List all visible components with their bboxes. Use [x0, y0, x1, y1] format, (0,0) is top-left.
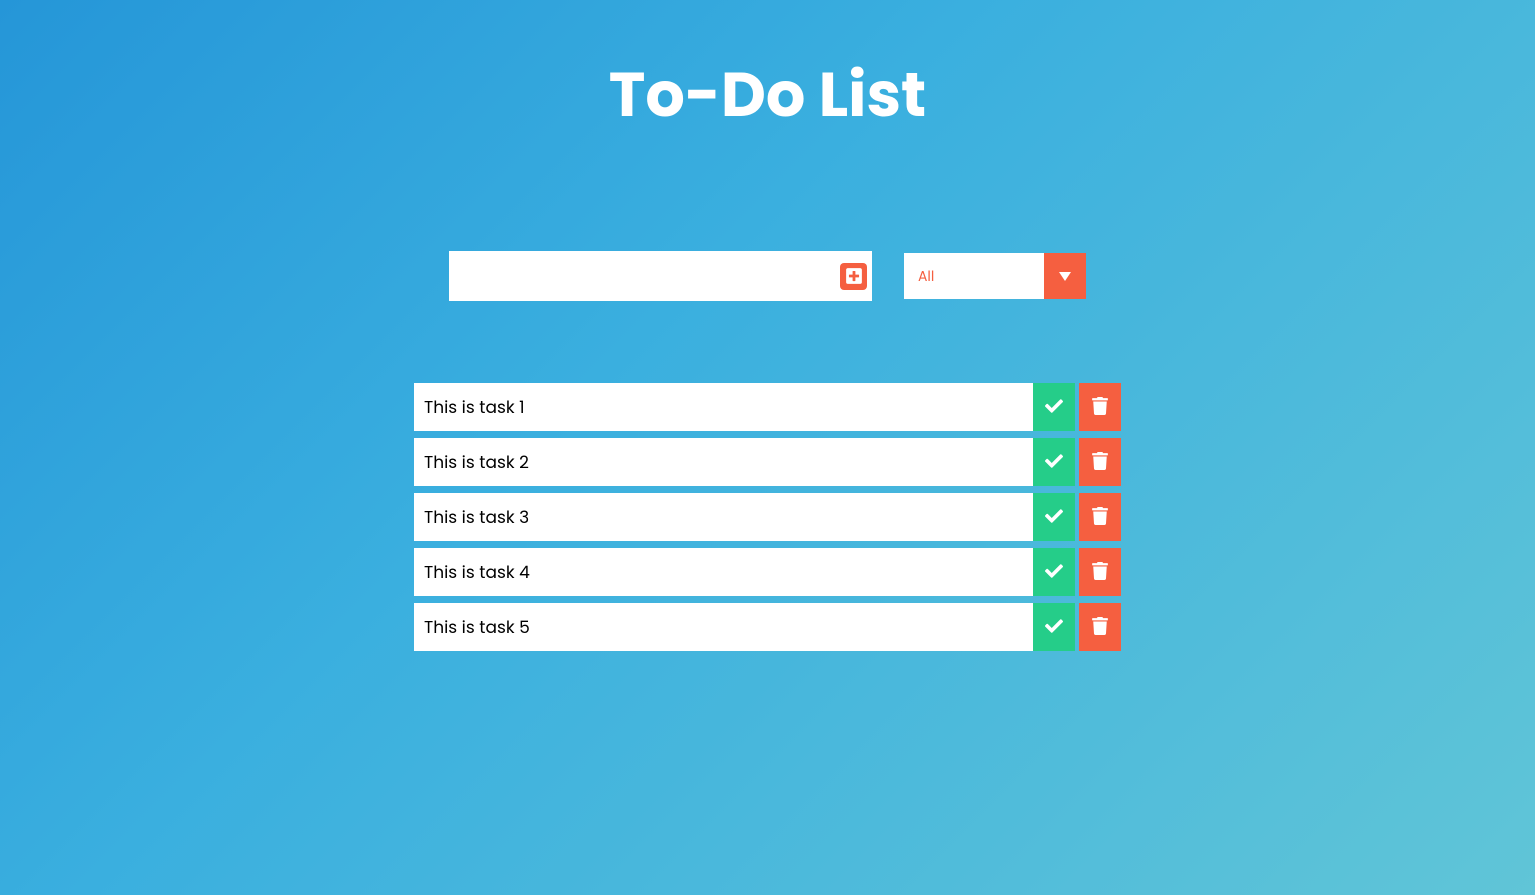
form-row: All — [0, 251, 1535, 301]
task-row: This is task 1 — [414, 383, 1121, 431]
complete-task-button[interactable] — [1033, 438, 1075, 486]
filter-select[interactable]: All — [904, 253, 1086, 299]
task-row: This is task 4 — [414, 548, 1121, 596]
trash-icon — [1091, 452, 1109, 473]
task-text: This is task 2 — [414, 438, 1033, 486]
task-text: This is task 4 — [414, 548, 1033, 596]
chevron-down-icon — [1059, 272, 1071, 281]
add-task-button[interactable] — [840, 263, 867, 290]
trash-icon — [1091, 562, 1109, 583]
check-icon — [1045, 507, 1063, 528]
delete-task-button[interactable] — [1079, 603, 1121, 651]
task-row: This is task 2 — [414, 438, 1121, 486]
trash-icon — [1091, 617, 1109, 638]
filter-select-value: All — [904, 253, 1044, 299]
task-text: This is task 1 — [414, 383, 1033, 431]
delete-task-button[interactable] — [1079, 493, 1121, 541]
filter-select-arrow — [1044, 253, 1086, 299]
trash-icon — [1091, 397, 1109, 418]
check-icon — [1045, 562, 1063, 583]
delete-task-button[interactable] — [1079, 438, 1121, 486]
task-row: This is task 5 — [414, 603, 1121, 651]
delete-task-button[interactable] — [1079, 548, 1121, 596]
plus-square-icon — [845, 267, 863, 285]
trash-icon — [1091, 507, 1109, 528]
task-list: This is task 1 This is task 2 This is task… — [0, 383, 1535, 651]
complete-task-button[interactable] — [1033, 383, 1075, 431]
complete-task-button[interactable] — [1033, 493, 1075, 541]
complete-task-button[interactable] — [1033, 603, 1075, 651]
task-input[interactable] — [449, 251, 840, 301]
task-text: This is task 5 — [414, 603, 1033, 651]
complete-task-button[interactable] — [1033, 548, 1075, 596]
check-icon — [1045, 397, 1063, 418]
delete-task-button[interactable] — [1079, 383, 1121, 431]
task-row: This is task 3 — [414, 493, 1121, 541]
check-icon — [1045, 452, 1063, 473]
task-text: This is task 3 — [414, 493, 1033, 541]
page-title: To-Do List — [0, 0, 1535, 141]
check-icon — [1045, 617, 1063, 638]
task-input-wrap — [449, 251, 872, 301]
